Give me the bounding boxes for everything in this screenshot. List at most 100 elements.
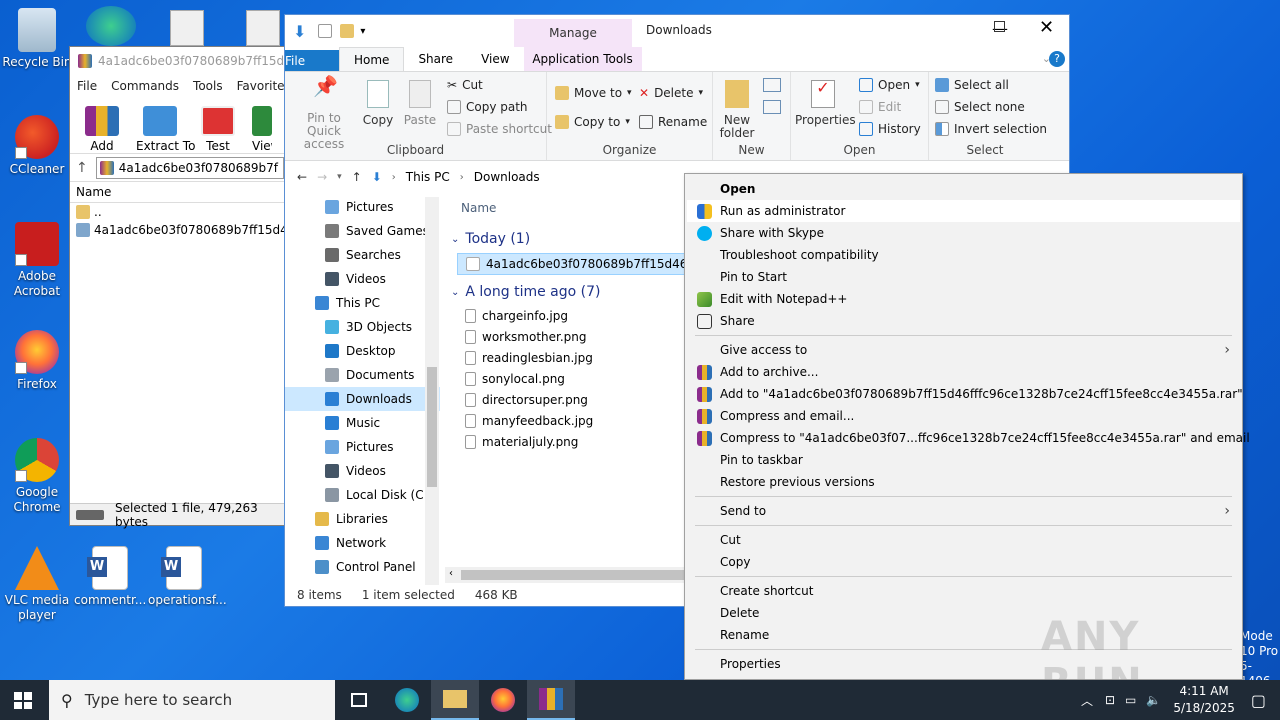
- menu-item-run-as-admin[interactable]: Run as administrator: [687, 200, 1240, 222]
- list-item-selected[interactable]: 4a1adc6be03f0780689b7ff15d46fffc96c: [457, 253, 728, 275]
- sidebar-item[interactable]: Pictures: [285, 435, 440, 459]
- menu-item-pin-taskbar[interactable]: Pin to taskbar: [687, 449, 1240, 471]
- menu-item-pin-start[interactable]: Pin to Start: [687, 266, 1240, 288]
- recent-dropdown-icon[interactable]: ▾: [337, 172, 342, 182]
- scrollbar-thumb[interactable]: [427, 367, 437, 487]
- help-icon[interactable]: ?: [1049, 51, 1065, 67]
- menu-item-add-archive[interactable]: Add to archive...: [687, 361, 1240, 383]
- table-row[interactable]: ..: [70, 203, 284, 221]
- explorer-title-bar[interactable]: ⬇ ▾ Manage Downloads — ✕: [285, 15, 1069, 47]
- desktop-icon-adobe-acrobat[interactable]: Adobe Acrobat: [1, 222, 73, 299]
- copy-path-button[interactable]: Copy path: [447, 100, 528, 114]
- scroll-left-icon[interactable]: ‹: [449, 568, 453, 579]
- up-arrow-icon[interactable]: ↑: [352, 170, 362, 184]
- move-to-button[interactable]: Move to ▾: [555, 86, 632, 100]
- sidebar-item[interactable]: Pictures: [285, 195, 440, 219]
- sidebar-item[interactable]: Documents: [285, 363, 440, 387]
- winrar-menu-tools[interactable]: Tools: [193, 79, 223, 93]
- winrar-menu-favorites[interactable]: Favorites: [237, 79, 291, 93]
- sidebar-item[interactable]: 3D Objects: [285, 315, 440, 339]
- edge-desktop-icon[interactable]: [86, 6, 136, 46]
- desktop-icon-chrome[interactable]: Google Chrome: [1, 438, 73, 515]
- menu-item-give-access[interactable]: Give access to ›: [687, 339, 1240, 361]
- winrar-add-button[interactable]: Add: [78, 106, 126, 153]
- history-button[interactable]: History: [859, 122, 921, 136]
- back-arrow-icon[interactable]: ←: [297, 170, 307, 184]
- maximize-icon[interactable]: [994, 21, 1005, 32]
- ethernet-icon[interactable]: ▭: [1125, 693, 1136, 707]
- rename-button[interactable]: Rename: [639, 115, 707, 129]
- network-icon[interactable]: ⊡: [1105, 693, 1115, 707]
- winrar-menu-file[interactable]: File: [77, 79, 97, 93]
- sidebar-item[interactable]: Network: [285, 531, 440, 555]
- image-file-icon[interactable]: [170, 10, 204, 46]
- volume-icon[interactable]: 🔈: [1146, 693, 1161, 707]
- taskbar-search-box[interactable]: ⚲ Type here to search: [49, 680, 335, 720]
- forward-arrow-icon[interactable]: →: [317, 170, 327, 184]
- tab-file[interactable]: File: [285, 50, 339, 71]
- copy-to-button[interactable]: Copy to ▾: [555, 115, 630, 129]
- notification-icon[interactable]: ▢: [1251, 691, 1266, 710]
- menu-item-add-to-rar[interactable]: Add to "4a1adc6be03f0780689b7ff15d46fffc…: [687, 383, 1243, 405]
- desktop-icon-ccleaner[interactable]: CCleaner: [1, 115, 73, 177]
- sidebar-item[interactable]: Music: [285, 411, 440, 435]
- menu-item-cut[interactable]: Cut: [687, 529, 1240, 551]
- menu-item-open[interactable]: Open: [687, 178, 1240, 200]
- winrar-path-input[interactable]: 4a1adc6be03f0780689b7f: [95, 156, 284, 179]
- tab-application-tools[interactable]: Application Tools: [523, 47, 642, 71]
- menu-item-compress-rar-email[interactable]: Compress to "4a1adc6be03f07...ffc96ce132…: [687, 427, 1250, 449]
- sidebar-item[interactable]: Videos: [285, 459, 440, 483]
- taskbar-edge[interactable]: [383, 680, 431, 720]
- list-item[interactable]: readinglesbian.jpg: [445, 347, 685, 368]
- image-file-icon[interactable]: [246, 10, 280, 46]
- easy-access-icon[interactable]: [763, 100, 781, 114]
- winrar-window[interactable]: 4a1adc6be03f0780689b7ff15d46fffc File Co…: [69, 46, 291, 529]
- delete-button[interactable]: ✕ Delete ▾: [639, 86, 703, 100]
- menu-item-restore[interactable]: Restore previous versions: [687, 471, 1240, 493]
- scrollbar-thumb[interactable]: [461, 570, 685, 580]
- sidebar-item[interactable]: Libraries: [285, 507, 440, 531]
- list-item[interactable]: materialjuly.png: [445, 431, 685, 452]
- desktop-icon-vlc[interactable]: VLC media player: [1, 546, 73, 623]
- menu-item-compress-email[interactable]: Compress and email...: [687, 405, 1240, 427]
- list-item[interactable]: worksmother.png: [445, 326, 685, 347]
- list-item[interactable]: chargeinfo.jpg: [445, 305, 685, 326]
- list-item[interactable]: directorsuper.png: [445, 389, 685, 410]
- breadcrumb-this-pc[interactable]: This PC: [406, 170, 450, 184]
- folder-quick-icon[interactable]: [340, 24, 355, 38]
- sidebar-item[interactable]: Downloads: [285, 387, 440, 411]
- properties-button[interactable]: ✓ Properties: [795, 80, 856, 127]
- horizontal-scrollbar[interactable]: ‹: [445, 567, 685, 583]
- tab-share[interactable]: Share: [404, 47, 467, 71]
- edit-button[interactable]: Edit: [859, 100, 901, 114]
- table-row[interactable]: 4a1adc6be03f0780689b7ff15d46fffc9: [70, 221, 284, 239]
- sidebar-item[interactable]: Control Panel: [285, 555, 440, 579]
- winrar-menu-commands[interactable]: Commands: [111, 79, 179, 93]
- list-item[interactable]: sonylocal.png: [445, 368, 685, 389]
- taskbar-winrar[interactable]: [527, 680, 575, 720]
- quick-access-dropdown-icon[interactable]: ▾: [360, 26, 365, 37]
- taskbar-firefox[interactable]: [479, 680, 527, 720]
- sidebar-item[interactable]: Saved Games: [285, 219, 440, 243]
- winrar-test-button[interactable]: Test: [194, 106, 242, 153]
- menu-item-share-skype[interactable]: Share with Skype: [687, 222, 1240, 244]
- tab-home[interactable]: Home: [339, 47, 405, 71]
- open-button[interactable]: Open ▾: [859, 78, 920, 92]
- pin-quick-access-button[interactable]: 📌 Pin to Quick access: [289, 76, 359, 151]
- desktop-icon-recycle-bin[interactable]: Recycle Bin: [1, 8, 73, 70]
- desktop-icon-doc-1[interactable]: W commentr...: [74, 546, 146, 608]
- cut-button[interactable]: ✂ Cut: [447, 78, 483, 92]
- menu-item-create-shortcut[interactable]: Create shortcut: [687, 580, 1240, 602]
- start-button[interactable]: [14, 692, 32, 709]
- invert-selection-button[interactable]: Invert selection: [935, 122, 1047, 136]
- new-item-icon[interactable]: [763, 78, 781, 92]
- winrar-view-button[interactable]: View: [252, 106, 272, 153]
- chevron-up-icon[interactable]: ︿: [1081, 692, 1093, 709]
- up-arrow-icon[interactable]: ↑: [76, 160, 88, 176]
- sidebar-item[interactable]: Local Disk (C:): [285, 483, 440, 507]
- sidebar-item[interactable]: Searches: [285, 243, 440, 267]
- winrar-column-header[interactable]: Name: [70, 181, 284, 203]
- winrar-extract-button[interactable]: Extract To: [136, 106, 195, 153]
- menu-item-edit-notepadpp[interactable]: Edit with Notepad++: [687, 288, 1240, 310]
- menu-item-share[interactable]: Share: [687, 310, 1240, 332]
